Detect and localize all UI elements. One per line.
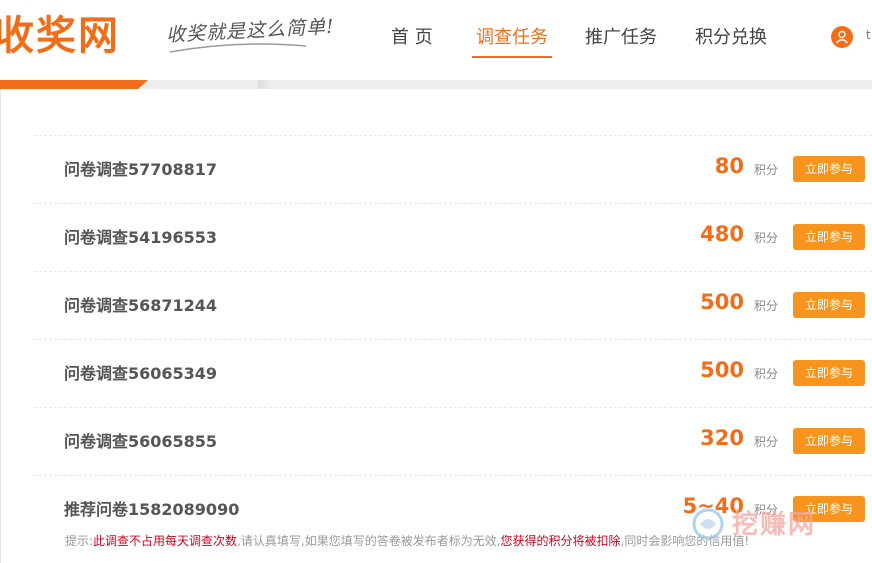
- task-title[interactable]: 问卷调查56065855: [64, 428, 217, 452]
- join-button[interactable]: 立即参与: [793, 156, 865, 182]
- join-button[interactable]: 立即参与: [793, 360, 865, 386]
- slogan-swoosh-icon: [169, 43, 307, 53]
- watermark-icon: [692, 508, 724, 540]
- task-title[interactable]: 问卷调查56871244: [64, 292, 217, 316]
- nav-survey-tasks[interactable]: 调查任务: [472, 22, 552, 58]
- nav-promotion-tasks[interactable]: 推广任务: [585, 22, 657, 58]
- task-points: 320: [700, 426, 744, 450]
- task-points: 480: [700, 222, 744, 246]
- task-points-unit: 积分: [754, 231, 779, 245]
- join-button[interactable]: 立即参与: [793, 428, 865, 454]
- task-row: 问卷调查57708817 80 积分 立即参与: [34, 135, 872, 204]
- tip-middle: ,请认真填写,如果您填写的答卷被发布者标为无效,: [237, 534, 501, 548]
- task-points-unit: 积分: [754, 435, 779, 449]
- watermark: 挖赚网: [688, 496, 863, 552]
- user-icon[interactable]: [831, 26, 853, 48]
- task-points: 500: [700, 290, 744, 314]
- join-button[interactable]: 立即参与: [793, 224, 865, 250]
- site-logo[interactable]: 收奖网: [0, 12, 120, 60]
- task-points-unit: 积分: [754, 299, 779, 313]
- header-extra[interactable]: t: [866, 28, 871, 42]
- task-row: 问卷调查54196553 480 积分 立即参与: [34, 203, 872, 272]
- task-row: 问卷调查56065855 320 积分 立即参与: [34, 407, 872, 476]
- nav-points-exchange[interactable]: 积分兑换: [695, 22, 767, 58]
- tab-strip-active: [0, 80, 148, 89]
- task-points-unit: 积分: [754, 367, 779, 381]
- task-title[interactable]: 推荐问卷1582089090: [64, 496, 239, 520]
- nav-home[interactable]: 首 页: [391, 22, 433, 58]
- tip-warning-2: 您获得的积分将被扣除: [500, 534, 621, 548]
- task-row: 问卷调查56065349 500 积分 立即参与: [34, 339, 872, 408]
- task-points-unit: 积分: [754, 163, 779, 177]
- task-points: 80: [714, 154, 744, 178]
- watermark-text: 挖赚网: [732, 510, 817, 540]
- tip-warning-1: 此调查不占用每天调查次数: [93, 534, 238, 548]
- tip-prefix: 提示:: [65, 534, 94, 548]
- task-title[interactable]: 问卷调查57708817: [64, 156, 217, 180]
- task-title[interactable]: 问卷调查56065349: [64, 360, 217, 384]
- task-title[interactable]: 问卷调查54196553: [64, 224, 217, 248]
- task-row: 问卷调查56871244 500 积分 立即参与: [34, 271, 872, 340]
- header: 收奖网 收奖就是这么简单! 首 页 调查任务 推广任务 积分兑换 t: [0, 0, 872, 80]
- task-points: 500: [700, 358, 744, 382]
- tab-strip-divider: [258, 80, 272, 89]
- join-button[interactable]: 立即参与: [793, 292, 865, 318]
- tip-text: 提示:此调查不占用每天调查次数,请认真填写,如果您填写的答卷被发布者标为无效,您…: [65, 532, 749, 549]
